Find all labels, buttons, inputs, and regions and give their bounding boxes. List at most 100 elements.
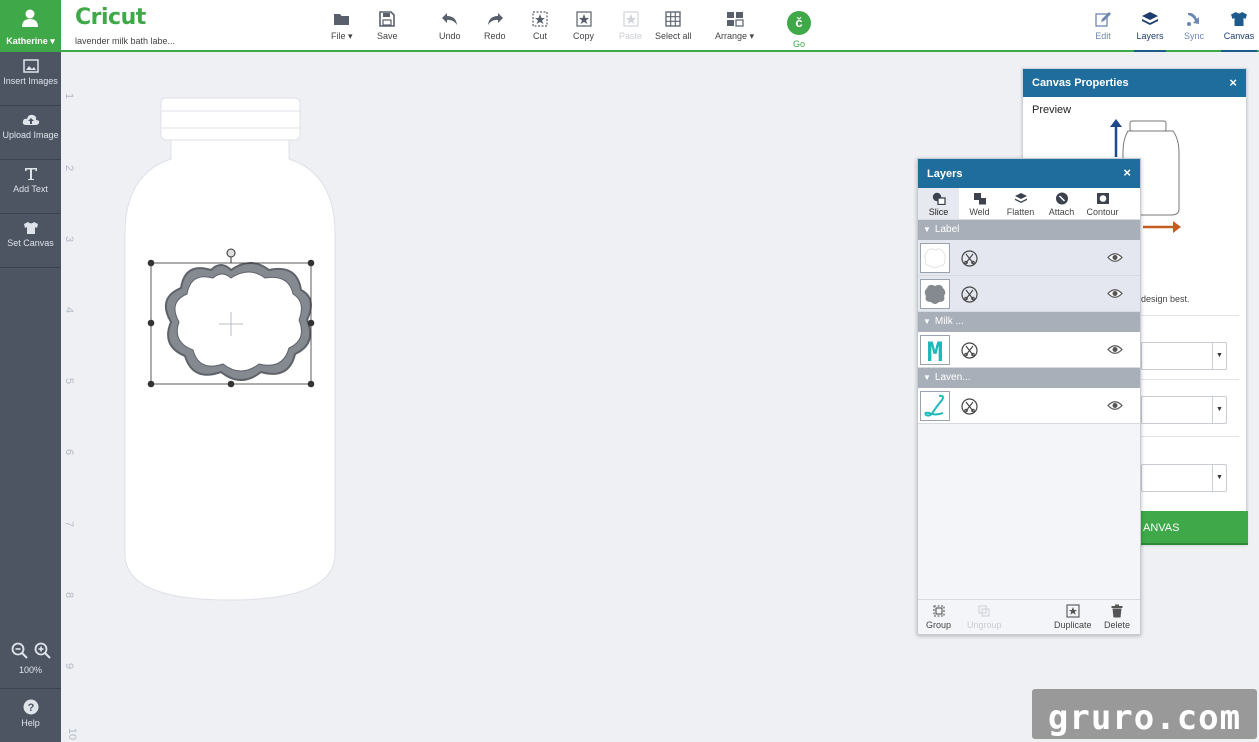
save-button[interactable]: Save <box>377 11 398 41</box>
tab-edit-label: Edit <box>1095 31 1111 41</box>
tab-layers-label: Layers <box>1136 31 1164 41</box>
layer-group-lavender[interactable]: ▼ Laven... <box>918 368 1140 388</box>
group-icon <box>932 605 945 617</box>
duplicate-icon <box>1066 604 1080 618</box>
sidebar-item-label: Upload Image <box>2 130 59 140</box>
canvas-description: design best. <box>1141 294 1190 304</box>
redo-button[interactable]: Redo <box>484 11 506 41</box>
undo-label: Undo <box>439 31 461 41</box>
layer-row[interactable] <box>918 388 1140 424</box>
weld-button[interactable]: Weld <box>959 188 1000 219</box>
close-icon[interactable]: × <box>1229 75 1237 90</box>
attach-icon <box>1055 192 1068 205</box>
layers-toolbar: Slice Weld Flatten Attach Contour <box>918 188 1140 220</box>
layer-thumbnail: M <box>920 335 950 368</box>
sidebar-set-canvas[interactable]: Set Canvas <box>0 215 61 268</box>
close-icon[interactable]: × <box>1123 165 1131 180</box>
sidebar-item-label: Set Canvas <box>7 238 54 248</box>
slice-button[interactable]: Slice <box>918 188 959 219</box>
visibility-eye-icon[interactable] <box>1107 344 1123 355</box>
tab-canvas[interactable]: Canvas <box>1221 11 1257 52</box>
tab-sync[interactable]: Sync <box>1184 11 1204 52</box>
cut-operation-icon[interactable] <box>961 250 978 267</box>
visibility-eye-icon[interactable] <box>1107 400 1123 411</box>
flatten-button[interactable]: Flatten <box>1000 188 1041 219</box>
file-button[interactable]: File ▾ <box>331 11 353 42</box>
copy-button[interactable]: Copy <box>573 11 594 41</box>
tab-canvas-label: Canvas <box>1223 31 1255 41</box>
help-icon: ? <box>23 699 38 715</box>
layer-row[interactable] <box>918 276 1140 312</box>
help-button[interactable]: ? Help <box>0 688 61 742</box>
paste-label: Paste <box>619 31 643 41</box>
cut-operation-icon[interactable] <box>961 398 978 415</box>
layers-footer: Group Ungroup Duplicate Delete <box>918 599 1140 634</box>
watermark: gruro.com <box>1032 689 1257 739</box>
collapse-icon[interactable]: ▼ <box>923 373 931 382</box>
go-button[interactable]: č Go <box>787 11 811 49</box>
cricut-logo: Cricut <box>75 5 146 30</box>
delete-button[interactable]: Delete <box>1104 604 1130 630</box>
layer-group-label[interactable]: ▼ Label <box>918 220 1140 240</box>
sidebar-insert-images[interactable]: Insert Images <box>0 53 61 106</box>
user-name: Katherine <box>6 36 48 46</box>
undo-button[interactable]: Undo <box>439 11 461 41</box>
layers-panel: Layers × Slice Weld Flatten Attach Conto… <box>917 158 1141 635</box>
tab-sync-label: Sync <box>1184 31 1205 41</box>
file-label: File <box>331 31 346 41</box>
attach-label: Attach <box>1048 207 1075 217</box>
contour-button[interactable]: Contour <box>1082 188 1123 219</box>
visibility-eye-icon[interactable] <box>1107 288 1123 299</box>
folder-icon <box>333 14 349 25</box>
arrange-button[interactable]: Arrange ▾ <box>715 11 754 42</box>
visibility-eye-icon[interactable] <box>1107 252 1123 263</box>
user-menu[interactable]: Katherine ▾ <box>0 0 61 52</box>
select-all-label: Select all <box>655 31 692 41</box>
chevron-down-icon: ▼ <box>1212 343 1226 369</box>
zoom-controls: 100% <box>0 642 61 675</box>
apply-canvas-button[interactable]: ANVAS <box>1141 511 1248 545</box>
project-name[interactable]: lavender milk bath labe... <box>75 36 175 46</box>
ungroup-button[interactable]: Ungroup <box>967 604 1002 630</box>
tab-edit[interactable]: Edit <box>1095 11 1111 52</box>
canvas-type-select[interactable]: ▼ <box>1141 396 1227 424</box>
duplicate-button[interactable]: Duplicate <box>1054 604 1092 630</box>
tab-layers[interactable]: Layers <box>1134 11 1166 52</box>
cut-label: Cut <box>532 31 547 41</box>
zoom-in-icon[interactable] <box>34 642 51 659</box>
collapse-icon[interactable]: ▼ <box>923 317 931 326</box>
sidebar-add-text[interactable]: Add Text <box>0 161 61 214</box>
divider <box>1141 315 1239 316</box>
weld-label: Weld <box>969 207 990 217</box>
layers-icon <box>1142 12 1158 25</box>
cut-operation-icon[interactable] <box>961 286 978 303</box>
selected-label-shape[interactable] <box>141 242 326 392</box>
attach-button[interactable]: Attach <box>1041 188 1082 219</box>
bottle-artwork <box>124 97 336 601</box>
layer-row[interactable] <box>918 240 1140 276</box>
cut-button[interactable]: Cut <box>531 11 549 41</box>
image-icon <box>22 59 39 73</box>
select-all-button[interactable]: Select all <box>655 11 692 41</box>
arrange-icon <box>726 12 744 27</box>
layers-title: Layers <box>927 168 963 180</box>
layer-row[interactable]: M <box>918 332 1140 368</box>
canvas-size-select[interactable]: ▼ <box>1141 464 1227 492</box>
zoom-out-icon[interactable] <box>11 642 28 659</box>
cut-operation-icon[interactable] <box>961 342 978 359</box>
flatten-icon <box>1014 193 1027 203</box>
canvas-category-select[interactable]: ▼ <box>1141 342 1227 370</box>
group-label: Group <box>926 620 952 630</box>
shirt-icon <box>23 222 38 234</box>
save-icon <box>379 11 396 27</box>
sidebar-upload-image[interactable]: Upload Image <box>0 107 61 160</box>
divider <box>1141 379 1239 380</box>
collapse-icon[interactable]: ▼ <box>923 225 931 234</box>
slice-label: Slice <box>928 207 949 217</box>
layer-thumbnail <box>920 391 950 421</box>
group-button[interactable]: Group <box>926 604 951 630</box>
paste-button[interactable]: Paste <box>619 11 642 41</box>
copy-label: Copy <box>573 31 595 41</box>
redo-label: Redo <box>484 31 506 41</box>
layer-group-milk[interactable]: ▼ Milk ... <box>918 312 1140 332</box>
